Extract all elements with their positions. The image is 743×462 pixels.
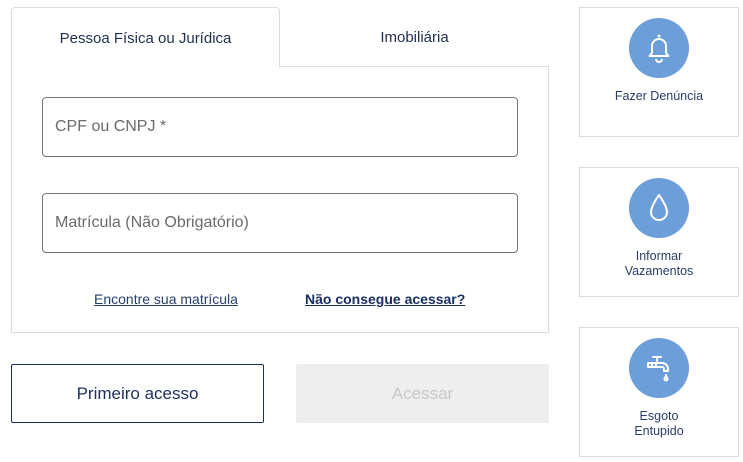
bell-icon xyxy=(629,18,689,78)
tab-label: Pessoa Física ou Jurídica xyxy=(59,29,232,47)
water-drop-icon xyxy=(629,178,689,238)
card-label: Informar Vazamentos xyxy=(624,249,694,278)
login-panel: Encontre sua matrícula Não consegue aces… xyxy=(11,66,549,333)
first-access-button[interactable]: Primeiro acesso xyxy=(11,364,264,423)
card-label: Fazer Denúncia xyxy=(614,89,704,103)
matricula-input[interactable] xyxy=(42,193,518,253)
find-matricula-link[interactable]: Encontre sua matrícula xyxy=(94,291,238,307)
cpf-cnpj-input[interactable] xyxy=(42,97,518,157)
login-tabs: Pessoa Física ou Jurídica Imobiliária xyxy=(11,7,549,68)
card-label: Esgoto Entupido xyxy=(634,409,684,438)
report-leak-card[interactable]: Informar Vazamentos xyxy=(579,167,739,297)
clogged-sewer-card[interactable]: Esgoto Entupido xyxy=(579,327,739,457)
tab-pessoa-fisica-juridica[interactable]: Pessoa Física ou Jurídica xyxy=(11,7,280,68)
access-button[interactable]: Acessar xyxy=(296,364,549,423)
report-complaint-card[interactable]: Fazer Denúncia xyxy=(579,7,739,137)
tab-imobiliaria[interactable]: Imobiliária xyxy=(280,7,549,67)
tab-label: Imobiliária xyxy=(380,28,449,46)
faucet-icon xyxy=(629,338,689,398)
cant-access-link[interactable]: Não consegue acessar? xyxy=(305,291,465,307)
